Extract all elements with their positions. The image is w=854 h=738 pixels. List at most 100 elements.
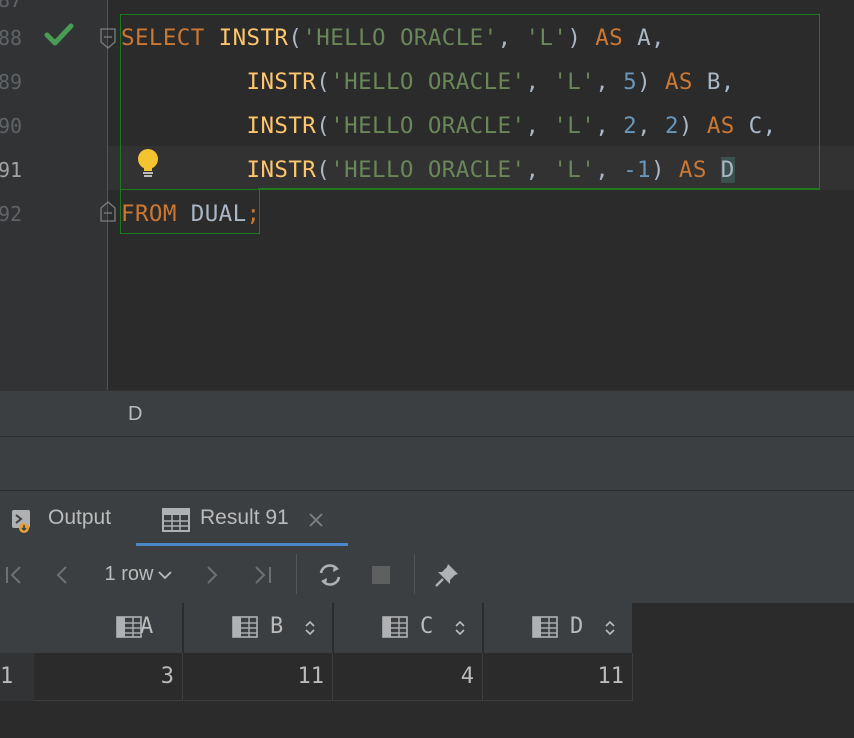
grid-corner[interactable]: [0, 603, 35, 653]
result-toolbar: 1 row: [0, 546, 854, 603]
column-icon: [116, 616, 142, 642]
line-number: 90: [0, 114, 23, 138]
function-name: INSTR: [246, 113, 317, 139]
column-icon: [532, 616, 558, 642]
keyword: FROM: [121, 201, 177, 227]
rows-count-dropdown[interactable]: 1 row: [96, 546, 182, 603]
punctuation: ,: [637, 113, 665, 139]
string-literal: 'HELLO ORACLE': [330, 113, 526, 139]
stop-button[interactable]: [366, 546, 396, 603]
tab-result-label: Result 91: [200, 506, 289, 529]
pin-icon: [435, 563, 458, 587]
sort-icon[interactable]: [304, 619, 316, 641]
string-literal: 'HELLO ORACLE': [302, 25, 498, 51]
table-cell[interactable]: 4: [334, 653, 483, 701]
column-header-d[interactable]: D: [484, 603, 633, 653]
column-alias: A,: [623, 25, 665, 51]
last-page-button[interactable]: [248, 546, 278, 603]
chevron-down-icon: [158, 570, 173, 579]
punctuation: (: [288, 25, 303, 51]
toolbar-divider: [414, 554, 415, 594]
line-number: 89: [0, 70, 23, 94]
breadcrumb-item[interactable]: D: [128, 403, 142, 426]
chevron-left-icon: [56, 565, 67, 584]
column-header-b[interactable]: B: [184, 603, 333, 653]
close-icon[interactable]: [308, 510, 324, 534]
column-header-c[interactable]: C: [334, 603, 483, 653]
stop-icon: [372, 565, 390, 584]
punctuation: ,: [595, 157, 624, 183]
string-literal: 'HELLO ORACLE': [330, 69, 526, 95]
code-editor[interactable]: 87 88 89 90 91 92 SELECT INSTR('HELLO OR…: [0, 0, 854, 390]
result-grid[interactable]: A B C D 1 3 11 4 11: [0, 603, 854, 738]
pin-tab-button[interactable]: [430, 546, 464, 603]
column-header-label: A: [140, 614, 154, 639]
punctuation: ): [678, 113, 707, 139]
punctuation: (: [316, 113, 331, 139]
number-literal: 2: [664, 113, 679, 139]
panel-header-bar: [0, 436, 854, 491]
toolbar-divider: [296, 554, 297, 594]
punctuation: (: [316, 157, 331, 183]
gutter-divider: [107, 0, 108, 390]
code-line-90[interactable]: INSTR('HELLO ORACLE', 'L', 2, 2) AS C,: [121, 104, 777, 148]
code-line-91[interactable]: INSTR('HELLO ORACLE', 'L', -1) AS D: [121, 148, 735, 192]
column-alias: C,: [734, 113, 777, 139]
next-page-button[interactable]: [198, 546, 226, 603]
keyword: SELECT: [121, 25, 205, 51]
punctuation: ,: [525, 157, 554, 183]
function-name: INSTR: [218, 25, 289, 51]
table-cell[interactable]: 11: [484, 653, 633, 701]
first-page-button[interactable]: [0, 546, 28, 603]
code-line-92[interactable]: FROM DUAL;: [121, 192, 260, 236]
tab-output[interactable]: Output: [8, 491, 128, 546]
column-alias: B,: [692, 69, 735, 95]
table-icon: [162, 508, 190, 538]
punctuation: ): [567, 25, 596, 51]
number-literal: -1: [623, 157, 652, 183]
function-name: INSTR: [246, 69, 317, 95]
refresh-icon: [319, 563, 341, 586]
fold-end-icon[interactable]: [100, 200, 116, 226]
function-name: INSTR: [246, 157, 317, 183]
checkmark-icon: [44, 22, 74, 52]
row-number[interactable]: 1: [0, 653, 13, 701]
code-line-88[interactable]: SELECT INSTR('HELLO ORACLE', 'L') AS A,: [121, 16, 665, 60]
code-line-89[interactable]: INSTR('HELLO ORACLE', 'L', 5) AS B,: [121, 60, 735, 104]
punctuation: (: [316, 69, 331, 95]
number-literal: 5: [623, 69, 638, 95]
keyword: AS: [664, 69, 693, 95]
rows-count-label: 1 row: [104, 563, 154, 585]
line-number: 88: [0, 26, 23, 50]
punctuation: ): [651, 157, 679, 183]
string-literal: 'L': [553, 69, 596, 95]
breadcrumb: D: [0, 390, 854, 437]
table-cell[interactable]: 11: [184, 653, 333, 701]
services-tab-bar: Output Result 91: [0, 490, 854, 547]
last-page-icon: [255, 565, 271, 584]
punctuation: ,: [525, 113, 554, 139]
table-cell[interactable]: 3: [34, 653, 183, 701]
sort-icon[interactable]: [604, 619, 616, 641]
column-alias-at-caret: D: [720, 157, 735, 183]
punctuation: ): [637, 69, 665, 95]
output-console-icon: [10, 508, 36, 540]
column-header-a[interactable]: A: [34, 603, 200, 653]
string-literal: 'L': [553, 157, 596, 183]
string-literal: 'HELLO ORACLE': [330, 157, 526, 183]
previous-page-button[interactable]: [48, 546, 76, 603]
string-literal: 'L': [525, 25, 568, 51]
column-icon: [232, 616, 258, 642]
column-icon: [382, 616, 408, 642]
column-header-label: B: [270, 614, 284, 639]
fold-start-icon[interactable]: [100, 28, 116, 54]
number-literal: 2: [623, 113, 638, 139]
punctuation: [707, 157, 721, 183]
keyword: AS: [595, 25, 624, 51]
sort-icon[interactable]: [454, 619, 466, 641]
chevron-right-icon: [207, 565, 218, 584]
line-number-current: 91: [0, 158, 23, 182]
tab-result-91[interactable]: Result 91: [160, 491, 340, 546]
refresh-button[interactable]: [313, 546, 347, 603]
punctuation: ,: [497, 25, 526, 51]
